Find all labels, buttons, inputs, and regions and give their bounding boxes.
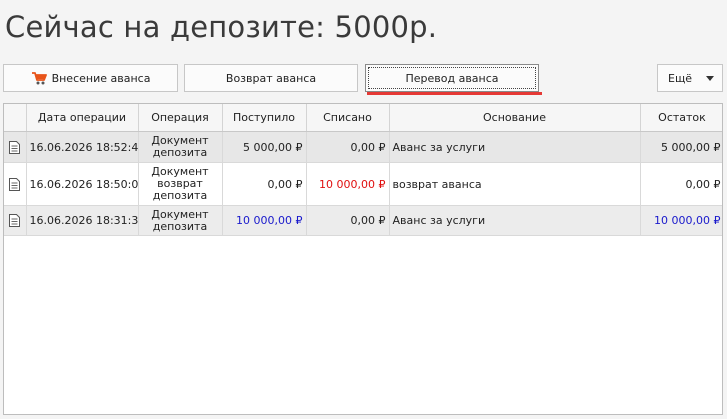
cell-written-off: 10 000,00 ₽ — [306, 162, 390, 206]
cell-operation: Документ возврат депозита — [138, 162, 223, 206]
cell-received: 10 000,00 ₽ — [222, 205, 307, 236]
deposit-advance-button[interactable]: Внесение аванса — [3, 64, 178, 92]
active-button-underline — [367, 92, 542, 95]
return-advance-label: Возврат аванса — [225, 71, 317, 85]
operations-table[interactable]: Дата операции Операция Поступило Списано… — [3, 103, 723, 415]
column-header-operation[interactable]: Операция — [138, 104, 223, 132]
column-header-written-off[interactable]: Списано — [306, 104, 390, 132]
return-advance-button[interactable]: Возврат аванса — [184, 64, 358, 92]
transfer-advance-button[interactable]: Перевод аванса — [365, 64, 539, 92]
table-row[interactable]: 16.06.2026 18:31:31 Документ депозита 10… — [4, 205, 722, 236]
cell-reason: Аванс за услуги — [389, 205, 641, 236]
more-dropdown[interactable]: Ещё — [657, 64, 723, 92]
column-header-reason[interactable]: Основание — [389, 104, 641, 132]
cart-icon — [31, 72, 47, 85]
cell-reason: Аванс за услуги — [389, 131, 641, 163]
table-row[interactable]: 16.06.2026 18:50:05 Документ возврат деп… — [4, 162, 722, 206]
more-label: Ещё — [668, 71, 693, 85]
chevron-down-icon — [706, 76, 714, 81]
column-header-icon — [4, 104, 27, 132]
deposit-advance-label: Внесение аванса — [51, 71, 151, 85]
column-header-date[interactable]: Дата операции — [26, 104, 139, 132]
cell-reason: возврат аванса — [389, 162, 641, 206]
cell-operation: Документ депозита — [138, 205, 223, 236]
cell-received: 0,00 ₽ — [222, 162, 307, 206]
cell-balance: 5 000,00 ₽ — [640, 131, 722, 163]
table-header-row: Дата операции Операция Поступило Списано… — [4, 104, 722, 132]
document-icon — [9, 177, 21, 191]
column-header-balance[interactable]: Остаток — [640, 104, 722, 132]
cell-written-off: 0,00 ₽ — [306, 131, 390, 163]
page-title: Сейчас на депозите: 5000р. — [5, 10, 438, 44]
table-row[interactable]: 16.06.2026 18:52:44 Документ депозита 5 … — [4, 131, 722, 163]
cell-written-off: 0,00 ₽ — [306, 205, 390, 236]
cell-date: 16.06.2026 18:52:44 — [26, 131, 139, 163]
cell-balance: 10 000,00 ₽ — [640, 205, 722, 236]
cell-date: 16.06.2026 18:31:31 — [26, 205, 139, 236]
cell-received: 5 000,00 ₽ — [222, 131, 307, 163]
transfer-advance-label: Перевод аванса — [405, 71, 499, 85]
column-header-received[interactable]: Поступило — [222, 104, 307, 132]
document-icon — [9, 140, 21, 154]
cell-date: 16.06.2026 18:50:05 — [26, 162, 139, 206]
document-icon — [9, 214, 21, 228]
cell-balance: 0,00 ₽ — [640, 162, 722, 206]
cell-operation: Документ депозита — [138, 131, 223, 163]
